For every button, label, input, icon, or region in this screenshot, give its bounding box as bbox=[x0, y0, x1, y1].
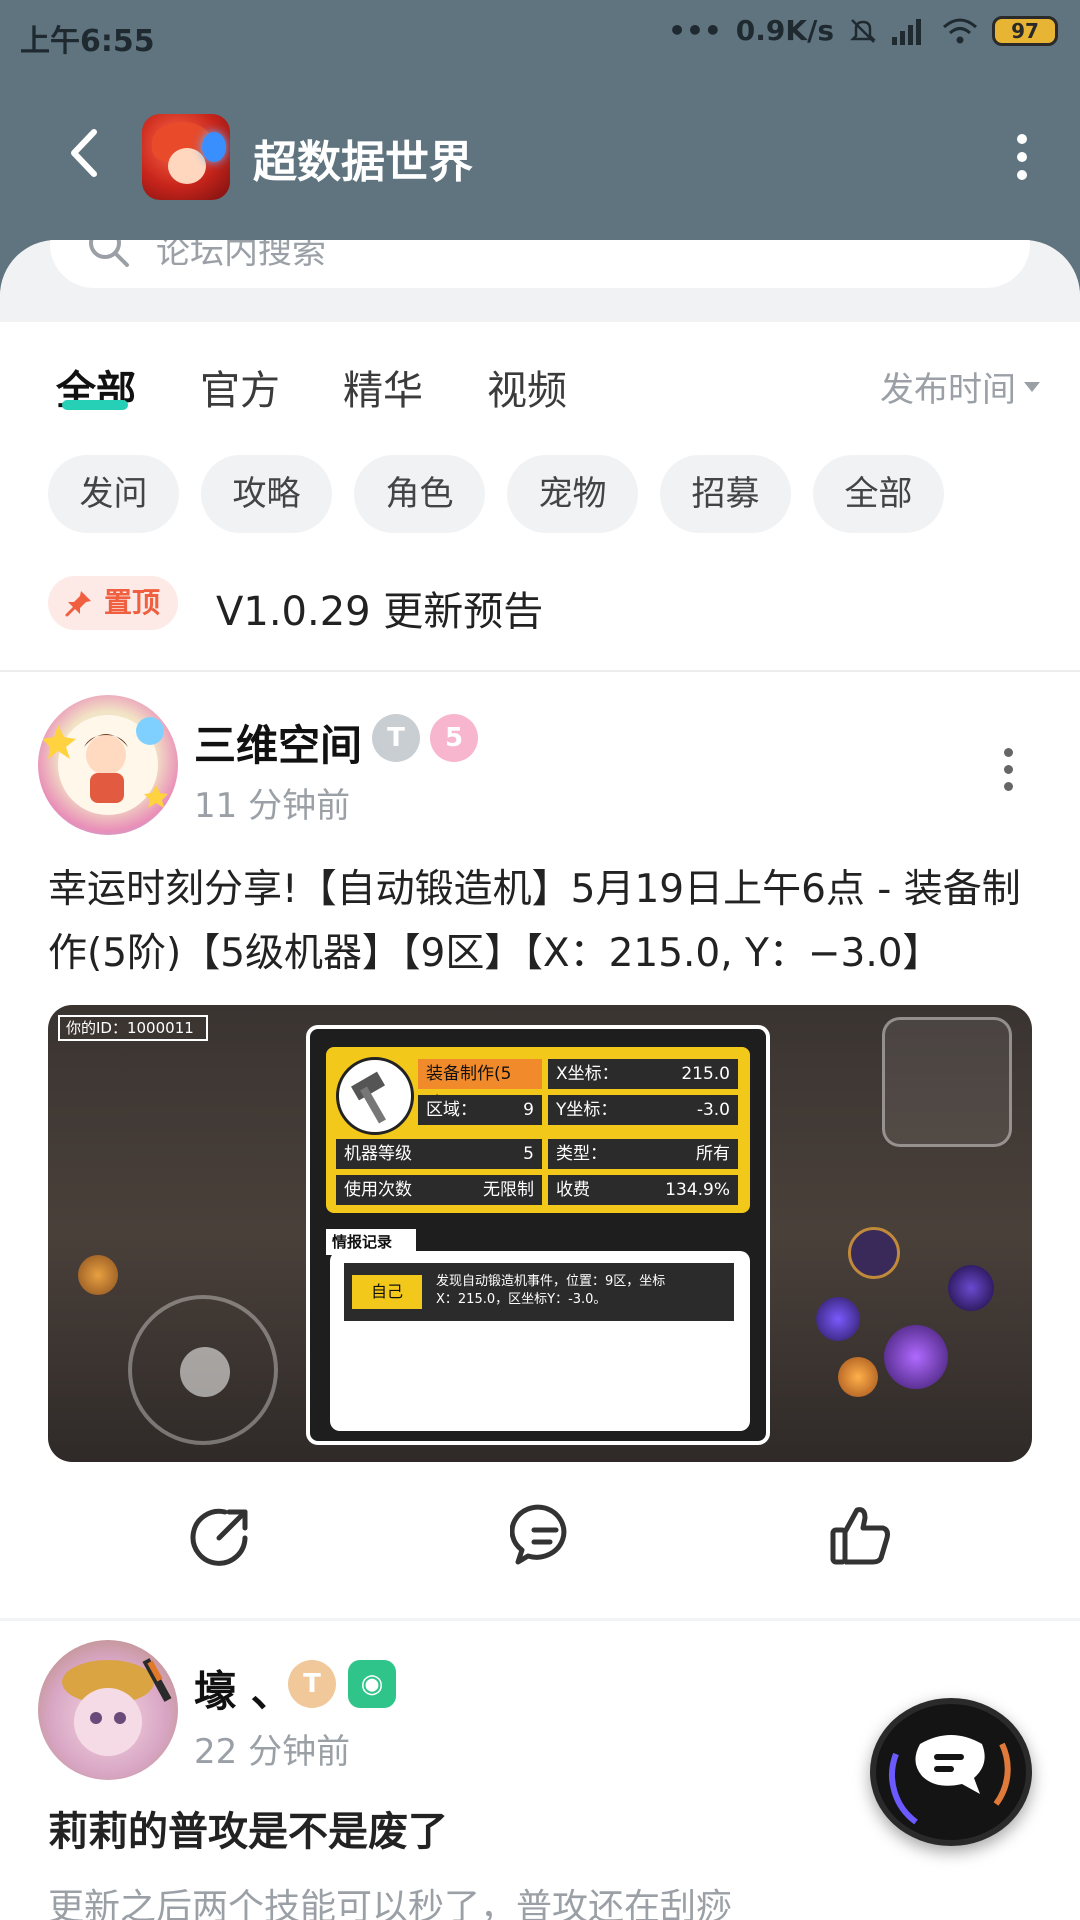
post-actions bbox=[0, 1490, 1080, 1590]
filter-chips: 发问 攻略 角色 宠物 招募 全部 bbox=[48, 455, 944, 533]
status-time: 上午6:55 bbox=[20, 24, 155, 59]
type-value: 所有 bbox=[696, 1144, 730, 1164]
post-author[interactable]: 壕 、 bbox=[194, 1658, 293, 1719]
divider bbox=[0, 1618, 1080, 1621]
forge-info-panel: 装备制作(5阶) X坐标： 215.0 区域： 9 Y坐标： -3.0 机器等级… bbox=[306, 1025, 770, 1445]
app-logo[interactable] bbox=[142, 114, 230, 200]
chip-all[interactable]: 全部 bbox=[813, 455, 944, 533]
log-text-line: 发现自动锻造机事件，位置：9区，坐标 bbox=[436, 1274, 666, 1289]
panel-title: 装备制作(5阶) bbox=[418, 1059, 542, 1114]
divider bbox=[0, 670, 1080, 672]
fee-label: 收费 bbox=[556, 1180, 590, 1200]
zone-label: 区域： bbox=[426, 1100, 477, 1120]
wifi-icon bbox=[943, 18, 977, 43]
skill-orb-icon bbox=[838, 1357, 878, 1397]
signal-icon bbox=[892, 18, 921, 45]
search-input[interactable]: 论坛内搜索 bbox=[50, 240, 1030, 288]
post-author[interactable]: 三维空间 bbox=[194, 712, 362, 773]
app-title: 超数据世界 bbox=[253, 137, 473, 188]
search-placeholder: 论坛内搜索 bbox=[156, 240, 326, 272]
app-bar: 超数据世界 bbox=[0, 96, 1080, 216]
sort-dropdown[interactable]: 发布时间 bbox=[880, 362, 1040, 411]
x-label: X坐标： bbox=[556, 1064, 619, 1084]
log-self-tag: 自己 bbox=[352, 1275, 422, 1309]
post-body[interactable]: 幸运时刻分享!【自动锻造机】5月19日上午6点 - 装备制作(5阶)【5级机器】… bbox=[48, 858, 1038, 986]
status-bar: 上午6:55 ••• 0.9K/s 97 bbox=[0, 0, 1080, 72]
uses-label: 使用次数 bbox=[344, 1180, 412, 1200]
avatar-art-icon bbox=[42, 715, 168, 815]
comment-icon[interactable] bbox=[510, 1500, 580, 1570]
uses-value: 无限制 bbox=[483, 1180, 534, 1200]
fee-value: 134.9% bbox=[665, 1180, 730, 1200]
chip-guide[interactable]: 攻略 bbox=[201, 455, 332, 533]
post-time: 22 分钟前 bbox=[194, 1732, 351, 1772]
chip-character[interactable]: 角色 bbox=[354, 455, 485, 533]
tier-badge-icon: T bbox=[372, 714, 420, 762]
pinned-badge: 置顶 bbox=[48, 576, 178, 630]
tab-video[interactable]: 视频 bbox=[487, 358, 567, 416]
tab-featured[interactable]: 精华 bbox=[343, 358, 423, 416]
skill-orb-icon bbox=[816, 1297, 860, 1341]
x-value: 215.0 bbox=[681, 1064, 730, 1084]
hammer-icon bbox=[336, 1057, 414, 1135]
more-menu-button[interactable] bbox=[1008, 126, 1036, 186]
like-icon[interactable] bbox=[825, 1500, 895, 1570]
post-image[interactable]: 你的ID：1000011 装备制作(5阶) X坐标： 215.0 区域： 9 bbox=[48, 1005, 1032, 1462]
status-indicators: ••• 0.9K/s 97 bbox=[668, 14, 1058, 47]
type-label: 类型： bbox=[556, 1144, 607, 1164]
mute-icon bbox=[849, 18, 877, 43]
post-more-button[interactable] bbox=[1004, 748, 1014, 799]
skill-orb-icon bbox=[848, 1227, 900, 1279]
skill-orb-icon bbox=[948, 1265, 994, 1311]
chat-fab-button[interactable] bbox=[870, 1698, 1032, 1846]
tier-badge-icon: T bbox=[288, 1660, 336, 1708]
joystick-icon bbox=[128, 1295, 278, 1445]
player-id: 你的ID：1000011 bbox=[58, 1015, 208, 1041]
bag-icon bbox=[78, 1255, 118, 1295]
log-area: 自己 发现自动锻造机事件，位置：9区，坐标 X：215.0，区坐标Y：-3.0。 bbox=[330, 1251, 750, 1431]
search-area: 论坛内搜索 bbox=[0, 240, 1080, 322]
chip-ask[interactable]: 发问 bbox=[48, 455, 179, 533]
search-icon bbox=[89, 240, 129, 267]
network-speed: 0.9K/s bbox=[735, 14, 834, 47]
y-value: -3.0 bbox=[696, 1100, 730, 1120]
post-time: 11 分钟前 bbox=[194, 786, 351, 826]
tab-official[interactable]: 官方 bbox=[200, 358, 280, 416]
log-entry: 自己 发现自动锻造机事件，位置：9区，坐标 X：215.0，区坐标Y：-3.0。 bbox=[344, 1263, 734, 1321]
post-preview[interactable]: 更新之后两个技能可以秒了，普攻还在刮痧 bbox=[48, 1876, 1038, 1920]
active-tab-indicator bbox=[62, 400, 128, 410]
avatar[interactable] bbox=[38, 695, 178, 835]
status-dots: ••• bbox=[668, 14, 722, 47]
zone-value: 9 bbox=[523, 1100, 534, 1120]
level-label: 机器等级 bbox=[344, 1144, 412, 1164]
avatar-art-icon bbox=[62, 1658, 172, 1756]
y-label: Y坐标： bbox=[556, 1100, 618, 1120]
back-button[interactable] bbox=[50, 118, 120, 188]
log-text-line: X：215.0，区坐标Y：-3.0。 bbox=[436, 1292, 607, 1307]
battery-indicator: 97 bbox=[992, 15, 1058, 46]
chat-bubble-icon bbox=[889, 1735, 1011, 1825]
pinned-title: V1.0.29 更新预告 bbox=[216, 589, 544, 635]
game-badge-icon: ◉ bbox=[348, 1660, 396, 1708]
avatar[interactable] bbox=[38, 1640, 178, 1780]
chip-pet[interactable]: 宠物 bbox=[507, 455, 638, 533]
pin-icon bbox=[65, 591, 91, 617]
minimap-icon bbox=[882, 1017, 1012, 1147]
pinned-post[interactable]: 置顶 V1.0.29 更新预告 bbox=[48, 573, 1048, 635]
chip-recruit[interactable]: 招募 bbox=[660, 455, 791, 533]
caret-down-icon bbox=[1024, 381, 1040, 392]
skill-orb-icon bbox=[884, 1325, 948, 1389]
pinned-badge-label: 置顶 bbox=[104, 586, 161, 619]
share-icon[interactable] bbox=[185, 1500, 255, 1570]
level-value: 5 bbox=[523, 1144, 534, 1164]
level-badge: 5 bbox=[430, 714, 478, 762]
sort-label: 发布时间 bbox=[880, 370, 1016, 410]
